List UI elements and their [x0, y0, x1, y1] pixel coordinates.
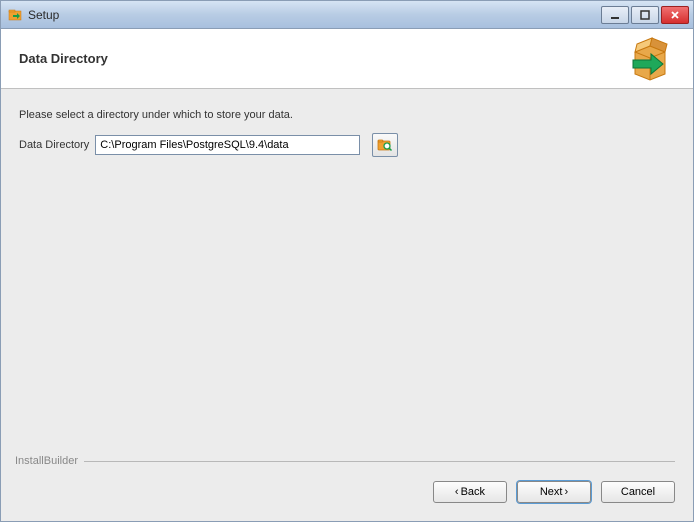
next-button[interactable]: Next ›	[517, 481, 591, 503]
titlebar: Setup	[1, 1, 693, 29]
browse-button[interactable]	[372, 133, 398, 157]
box-arrow-icon	[625, 34, 675, 84]
chevron-left-icon: ‹	[455, 486, 459, 498]
cancel-button[interactable]: Cancel	[601, 481, 675, 503]
header-section: Data Directory	[1, 29, 693, 89]
footer-fieldset: InstallBuilder ‹ Back Next › Cancel	[19, 455, 675, 503]
data-directory-label: Data Directory	[19, 139, 89, 151]
back-button[interactable]: ‹ Back	[433, 481, 507, 503]
app-icon	[7, 7, 23, 23]
cancel-button-label: Cancel	[621, 486, 655, 498]
page-title: Data Directory	[19, 51, 108, 66]
minimize-icon	[610, 10, 620, 20]
instruction-text: Please select a directory under which to…	[19, 109, 675, 121]
window-title: Setup	[28, 8, 601, 22]
folder-search-icon	[377, 137, 393, 153]
maximize-button[interactable]	[631, 6, 659, 24]
back-button-label: Back	[461, 486, 485, 498]
minimize-button[interactable]	[601, 6, 629, 24]
footer-section: InstallBuilder ‹ Back Next › Cancel	[1, 455, 693, 521]
footer-buttons: ‹ Back Next › Cancel	[19, 481, 675, 503]
footer-legend: InstallBuilder	[15, 455, 84, 467]
setup-window: Setup Data Directory	[0, 0, 694, 522]
chevron-right-icon: ›	[564, 486, 568, 498]
window-controls	[601, 6, 689, 24]
close-button[interactable]	[661, 6, 689, 24]
content-area: Please select a directory under which to…	[1, 89, 693, 455]
data-directory-row: Data Directory	[19, 133, 675, 157]
data-directory-input[interactable]	[95, 135, 360, 155]
maximize-icon	[640, 10, 650, 20]
close-icon	[670, 10, 680, 20]
next-button-label: Next	[540, 486, 563, 498]
